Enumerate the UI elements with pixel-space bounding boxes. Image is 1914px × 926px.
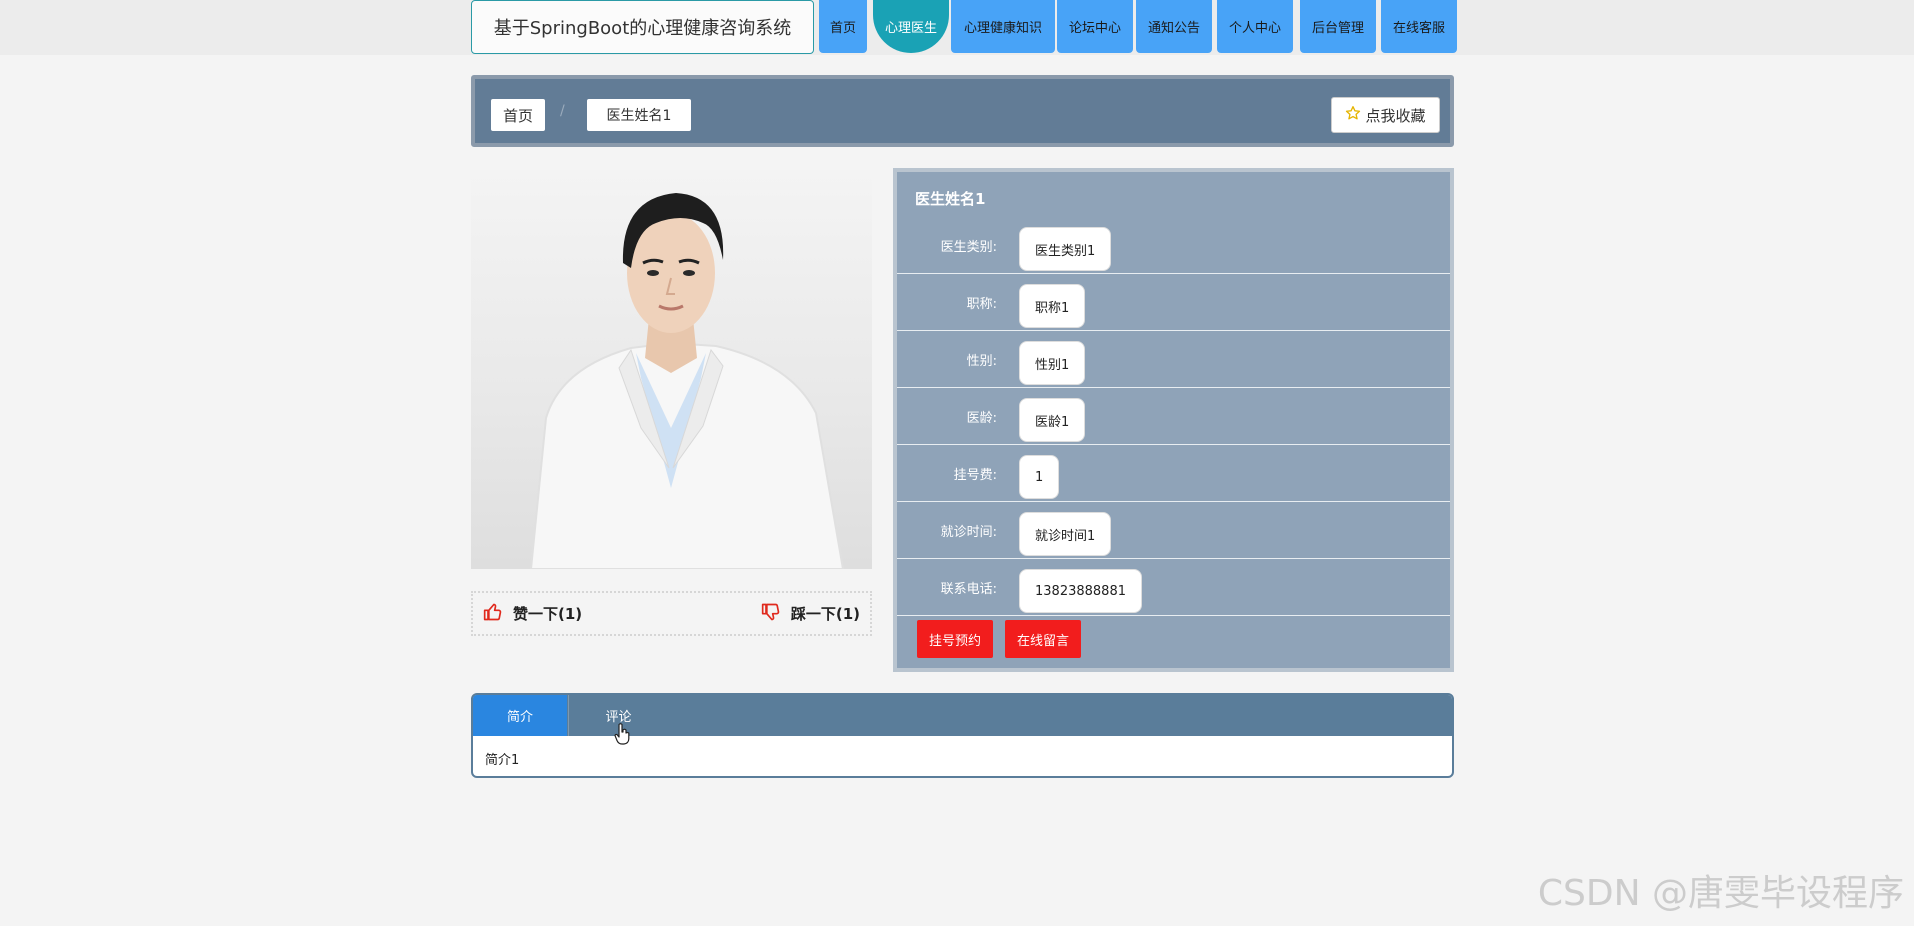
field-label: 挂号费: bbox=[953, 467, 997, 483]
info-row: 医龄: 医龄1 bbox=[897, 388, 1450, 445]
dislike-button[interactable]: 踩一下(1) bbox=[761, 602, 860, 626]
nav-notice[interactable]: 通知公告 bbox=[1136, 0, 1212, 53]
dislike-label: 踩一下(1) bbox=[790, 605, 860, 623]
info-row: 联系电话: 13823888881 bbox=[897, 559, 1450, 616]
field-value: 就诊时间1 bbox=[1019, 512, 1112, 556]
nav-user-center[interactable]: 个人中心 bbox=[1217, 0, 1293, 53]
star-icon bbox=[1345, 105, 1361, 125]
info-row: 性别: 性别1 bbox=[897, 331, 1450, 388]
field-value: 医龄1 bbox=[1019, 398, 1086, 442]
register-button[interactable]: 挂号预约 bbox=[917, 620, 993, 658]
vote-box: 赞一下(1) 踩一下(1) bbox=[471, 591, 872, 636]
field-label: 职称: bbox=[966, 296, 997, 312]
like-label: 赞一下(1) bbox=[513, 605, 583, 623]
breadcrumb-separator: / bbox=[560, 103, 565, 119]
message-button[interactable]: 在线留言 bbox=[1005, 620, 1081, 658]
field-value: 1 bbox=[1019, 455, 1060, 499]
tab-intro[interactable]: 简介 bbox=[473, 695, 567, 736]
nav-knowledge[interactable]: 心理健康知识 bbox=[951, 0, 1055, 53]
field-value: 医生类别1 bbox=[1019, 227, 1112, 271]
breadcrumb-current: 医生姓名1 bbox=[587, 99, 691, 131]
doctor-photo bbox=[471, 168, 872, 569]
like-button[interactable]: 赞一下(1) bbox=[483, 602, 582, 626]
thumbs-up-icon bbox=[483, 602, 503, 626]
field-label: 性别: bbox=[966, 353, 997, 369]
nav-psychologist[interactable]: 心理医生 bbox=[873, 0, 949, 53]
hand-cursor-icon bbox=[614, 723, 630, 749]
site-title[interactable]: 基于SpringBoot的心理健康咨询系统 bbox=[471, 0, 814, 54]
breadcrumb: 首页 / 医生姓名1 点我收藏 bbox=[471, 75, 1454, 147]
breadcrumb-home[interactable]: 首页 bbox=[491, 99, 545, 131]
info-row: 就诊时间: 就诊时间1 bbox=[897, 502, 1450, 559]
nav-forum[interactable]: 论坛中心 bbox=[1057, 0, 1133, 53]
field-label: 医龄: bbox=[966, 410, 997, 426]
favorite-label: 点我收藏 bbox=[1365, 106, 1426, 125]
nav-admin[interactable]: 后台管理 bbox=[1300, 0, 1376, 53]
field-label: 联系电话: bbox=[940, 581, 997, 597]
info-row: 挂号费: 1 bbox=[897, 445, 1450, 502]
field-label: 医生类别: bbox=[940, 239, 997, 255]
tab-content: 简介1 bbox=[485, 753, 520, 768]
info-row: 医生类别: 医生类别1 bbox=[897, 217, 1450, 274]
watermark: CSDN @唐雯毕设程序 bbox=[1537, 873, 1904, 914]
doctor-info-panel: 医生姓名1 医生类别: 医生类别1 职称: 职称1 性别: 性别1 医龄: 医龄… bbox=[893, 168, 1454, 672]
nav-home[interactable]: 首页 bbox=[819, 0, 867, 53]
doctor-name: 医生姓名1 bbox=[915, 190, 986, 208]
info-row: 职称: 职称1 bbox=[897, 274, 1450, 331]
top-navbar: 基于SpringBoot的心理健康咨询系统 首页 心理医生 心理健康知识 论坛中… bbox=[0, 0, 1914, 55]
favorite-button[interactable]: 点我收藏 bbox=[1331, 97, 1440, 133]
field-value: 13823888881 bbox=[1019, 569, 1142, 613]
field-value: 职称1 bbox=[1019, 284, 1086, 328]
thumbs-down-icon bbox=[761, 602, 781, 626]
nav-online-service[interactable]: 在线客服 bbox=[1381, 0, 1457, 53]
field-value: 性别1 bbox=[1019, 341, 1086, 385]
field-label: 就诊时间: bbox=[940, 524, 997, 540]
